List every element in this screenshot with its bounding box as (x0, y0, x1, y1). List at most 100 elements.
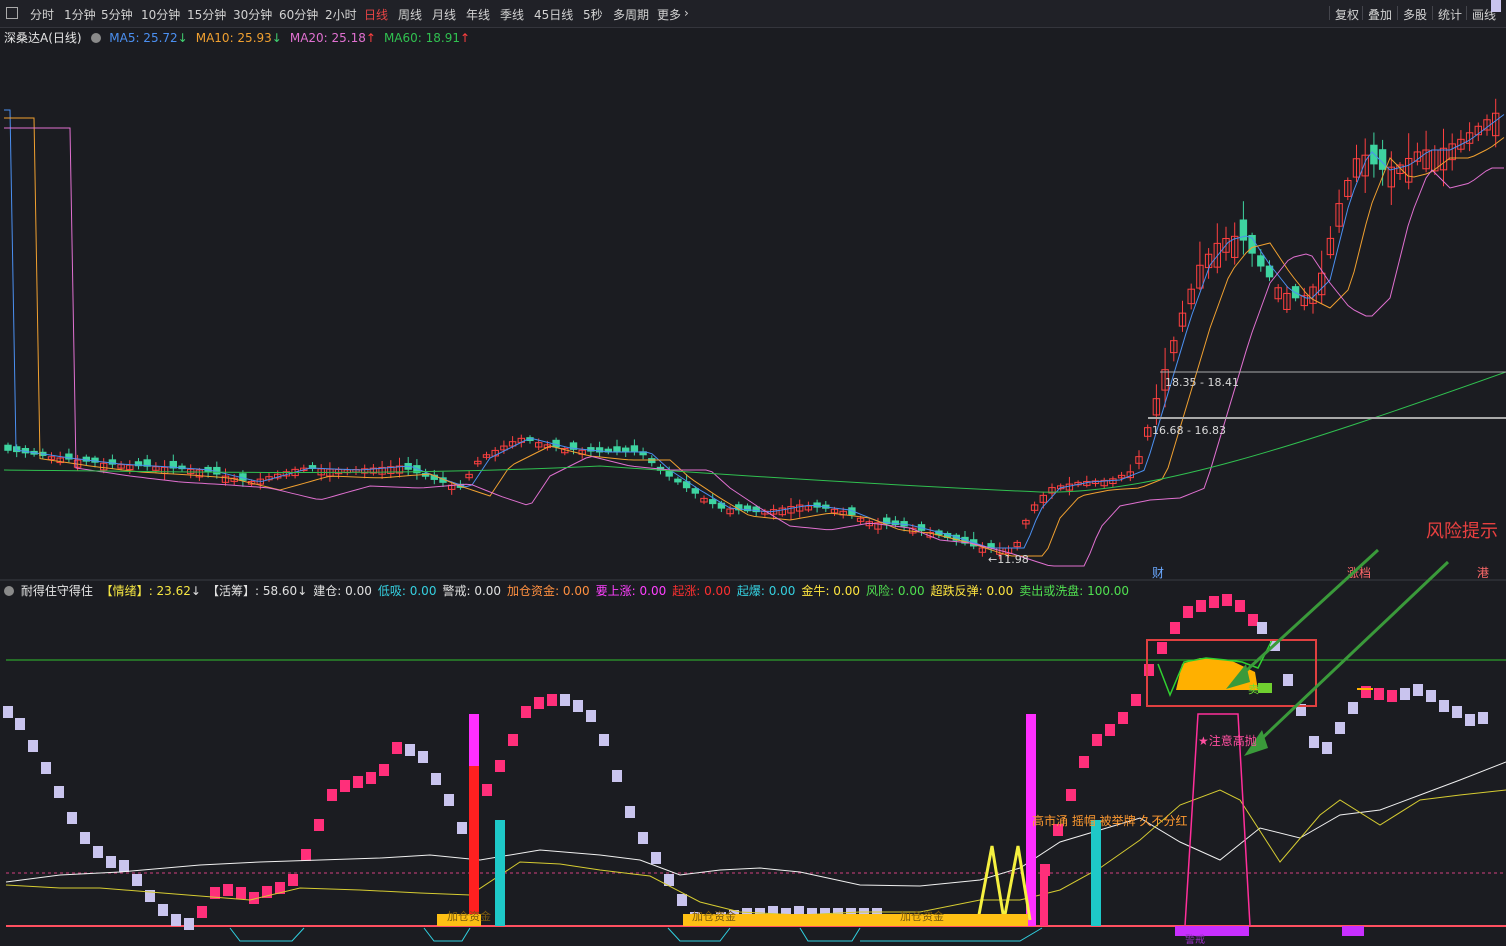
price-level-label-1: 18.35 - 18.41 (1165, 376, 1239, 389)
toolbar-tool-1[interactable]: 叠加 (1368, 6, 1392, 23)
candle-body-17 (152, 466, 160, 471)
emotion-step-57 (755, 908, 765, 920)
emotion-step-86 (1283, 674, 1293, 686)
candle-body-107 (935, 530, 943, 536)
candle-body-146 (1274, 287, 1282, 300)
candle-body-164 (1431, 149, 1439, 172)
emotion-step-98 (1439, 700, 1449, 712)
toolbar-period-12[interactable]: 季线 (500, 6, 524, 23)
emotion-step-48 (638, 832, 648, 844)
candle-body-97 (848, 507, 856, 516)
risk-arrowhead-1 (1226, 664, 1250, 689)
cyan-trough-2 (423, 927, 471, 942)
toolbar-period-0[interactable]: 分时 (30, 6, 54, 23)
risk-annotation: 风险提示 (1426, 521, 1498, 542)
candle-body-82 (717, 502, 726, 509)
toolbar-period-7[interactable]: 2小时 (325, 6, 357, 23)
candle-body-115 (1004, 547, 1013, 554)
toolbar-tool-4[interactable]: 画线 (1472, 6, 1496, 23)
toolbar-period-15[interactable]: 多周期 (613, 6, 649, 23)
candle-body-148 (1291, 286, 1300, 299)
main-chart-annotations: 18.35 - 18.41 16.68 - 16.83 ←11.98 财 涨档 港 风险提示 (988, 371, 1506, 580)
toolbar-tool-0[interactable]: 复权 (1335, 6, 1359, 23)
toolbar-period-16[interactable]: 更多 (657, 6, 681, 23)
emotion-step-23 (301, 849, 311, 861)
toolbar-period-10[interactable]: 月线 (432, 6, 456, 23)
toolbar-period-13[interactable]: 45日线 (534, 6, 573, 23)
ma60-line (3, 371, 1506, 493)
add-fund-bar-2 (683, 914, 1028, 926)
candle-body-88 (769, 509, 778, 515)
toolbar-period-1[interactable]: 1分钟 (64, 6, 96, 23)
cyan-trough-3 (667, 927, 731, 942)
candle-body-108 (943, 533, 952, 538)
candle-body-171 (1492, 112, 1500, 137)
ma-legend-ma60: MA60: 18.91 (383, 31, 460, 45)
candle-body-63 (552, 439, 560, 448)
toolbar-period-14[interactable]: 5秒 (583, 6, 603, 23)
toolbar-period-4[interactable]: 15分钟 (187, 6, 226, 23)
candle-body-161 (1405, 157, 1413, 183)
emotion-step-6 (80, 832, 90, 844)
toolbar-tool-3[interactable]: 统计 (1438, 6, 1462, 23)
low-price-label: ←11.98 (988, 553, 1029, 566)
emotion-step-69 (1066, 789, 1076, 801)
toolbar-period-11[interactable]: 年线 (466, 6, 490, 23)
toolbar-period-2[interactable]: 5分钟 (101, 6, 133, 23)
chart-menu-icon[interactable] (6, 7, 18, 19)
candle-body-57 (500, 445, 508, 451)
candle-body-152 (1326, 237, 1335, 256)
bar-magenta-2 (1026, 714, 1036, 926)
toolbar-tool-2[interactable]: 多股 (1403, 6, 1427, 23)
candle-body-32 (282, 471, 291, 477)
bar-pink-2 (1040, 875, 1048, 926)
bottom-warn-label: 警戒 (1185, 933, 1205, 946)
emotion-step-91 (1348, 702, 1358, 714)
candle-body-80 (700, 497, 708, 503)
emotion-step-60 (794, 906, 804, 918)
candle-body-47 (413, 465, 421, 474)
indicator-name: 耐得住守得住 (20, 584, 93, 598)
emotion-step-33 (431, 773, 441, 785)
candle-body-84 (735, 504, 743, 511)
candle-body-111 (970, 539, 978, 547)
toolbar-period-5[interactable]: 30分钟 (233, 6, 272, 23)
candle-body-61 (535, 442, 543, 448)
candle-body-25 (221, 475, 230, 483)
moving-average-lines (3, 109, 1506, 567)
emotion-step-41 (547, 694, 557, 706)
emotion-step-80 (1209, 596, 1219, 608)
emotion-step-43 (573, 700, 583, 712)
ma5-line (4, 109, 1505, 549)
settings-toggle-icon[interactable] (91, 32, 102, 43)
period-toolbar: 分时 1分钟 5分钟 10分钟 15分钟 30分钟 60分钟 2小时 日线 周线 月线 年线 季线 45日… (0, 0, 1506, 28)
emotion-step-87 (1296, 704, 1306, 716)
candle-body-6 (56, 457, 64, 464)
emotion-step-89 (1322, 742, 1332, 754)
candle-body-65 (569, 442, 578, 450)
toolbar-period-3[interactable]: 10分钟 (141, 6, 180, 23)
emotion-step-34 (444, 794, 454, 806)
chart-canvas[interactable]: 18.35 - 18.41 16.68 - 16.83 ←11.98 财 涨档 港 风险提示… (0, 0, 1506, 946)
indicator-field-3: 低吸: 0.00 (377, 584, 437, 598)
indicator-toggle-icon[interactable] (4, 585, 14, 596)
emotion-step-19 (249, 892, 259, 904)
candle-body-98 (856, 517, 865, 522)
candle-body-162 (1413, 151, 1422, 162)
emotion-step-76 (1157, 642, 1167, 654)
toolbar-period-9[interactable]: 周线 (398, 6, 422, 23)
emotion-step-55 (729, 910, 739, 922)
candle-body-15 (134, 461, 143, 467)
candle-body-21 (187, 468, 195, 475)
more-chevron-icon[interactable]: › (684, 6, 689, 20)
warn-bar-1 (1175, 926, 1249, 936)
yellow-line (5, 789, 1506, 916)
candle-body-58 (508, 441, 517, 447)
toolbar-period-8[interactable]: 日线 (364, 6, 388, 23)
indicator-fields: 【情绪】: 23.62↓ 【活筹】: 58.60↓ 建仓: 0.00 低吸: 0.00… (101, 584, 1135, 598)
emotion-step-62 (820, 908, 830, 920)
event-tag-1: 涨档 (1347, 565, 1371, 580)
sell-yellow-block (1176, 658, 1258, 690)
toolbar-period-6[interactable]: 60分钟 (279, 6, 318, 23)
candle-body-77 (674, 478, 682, 483)
